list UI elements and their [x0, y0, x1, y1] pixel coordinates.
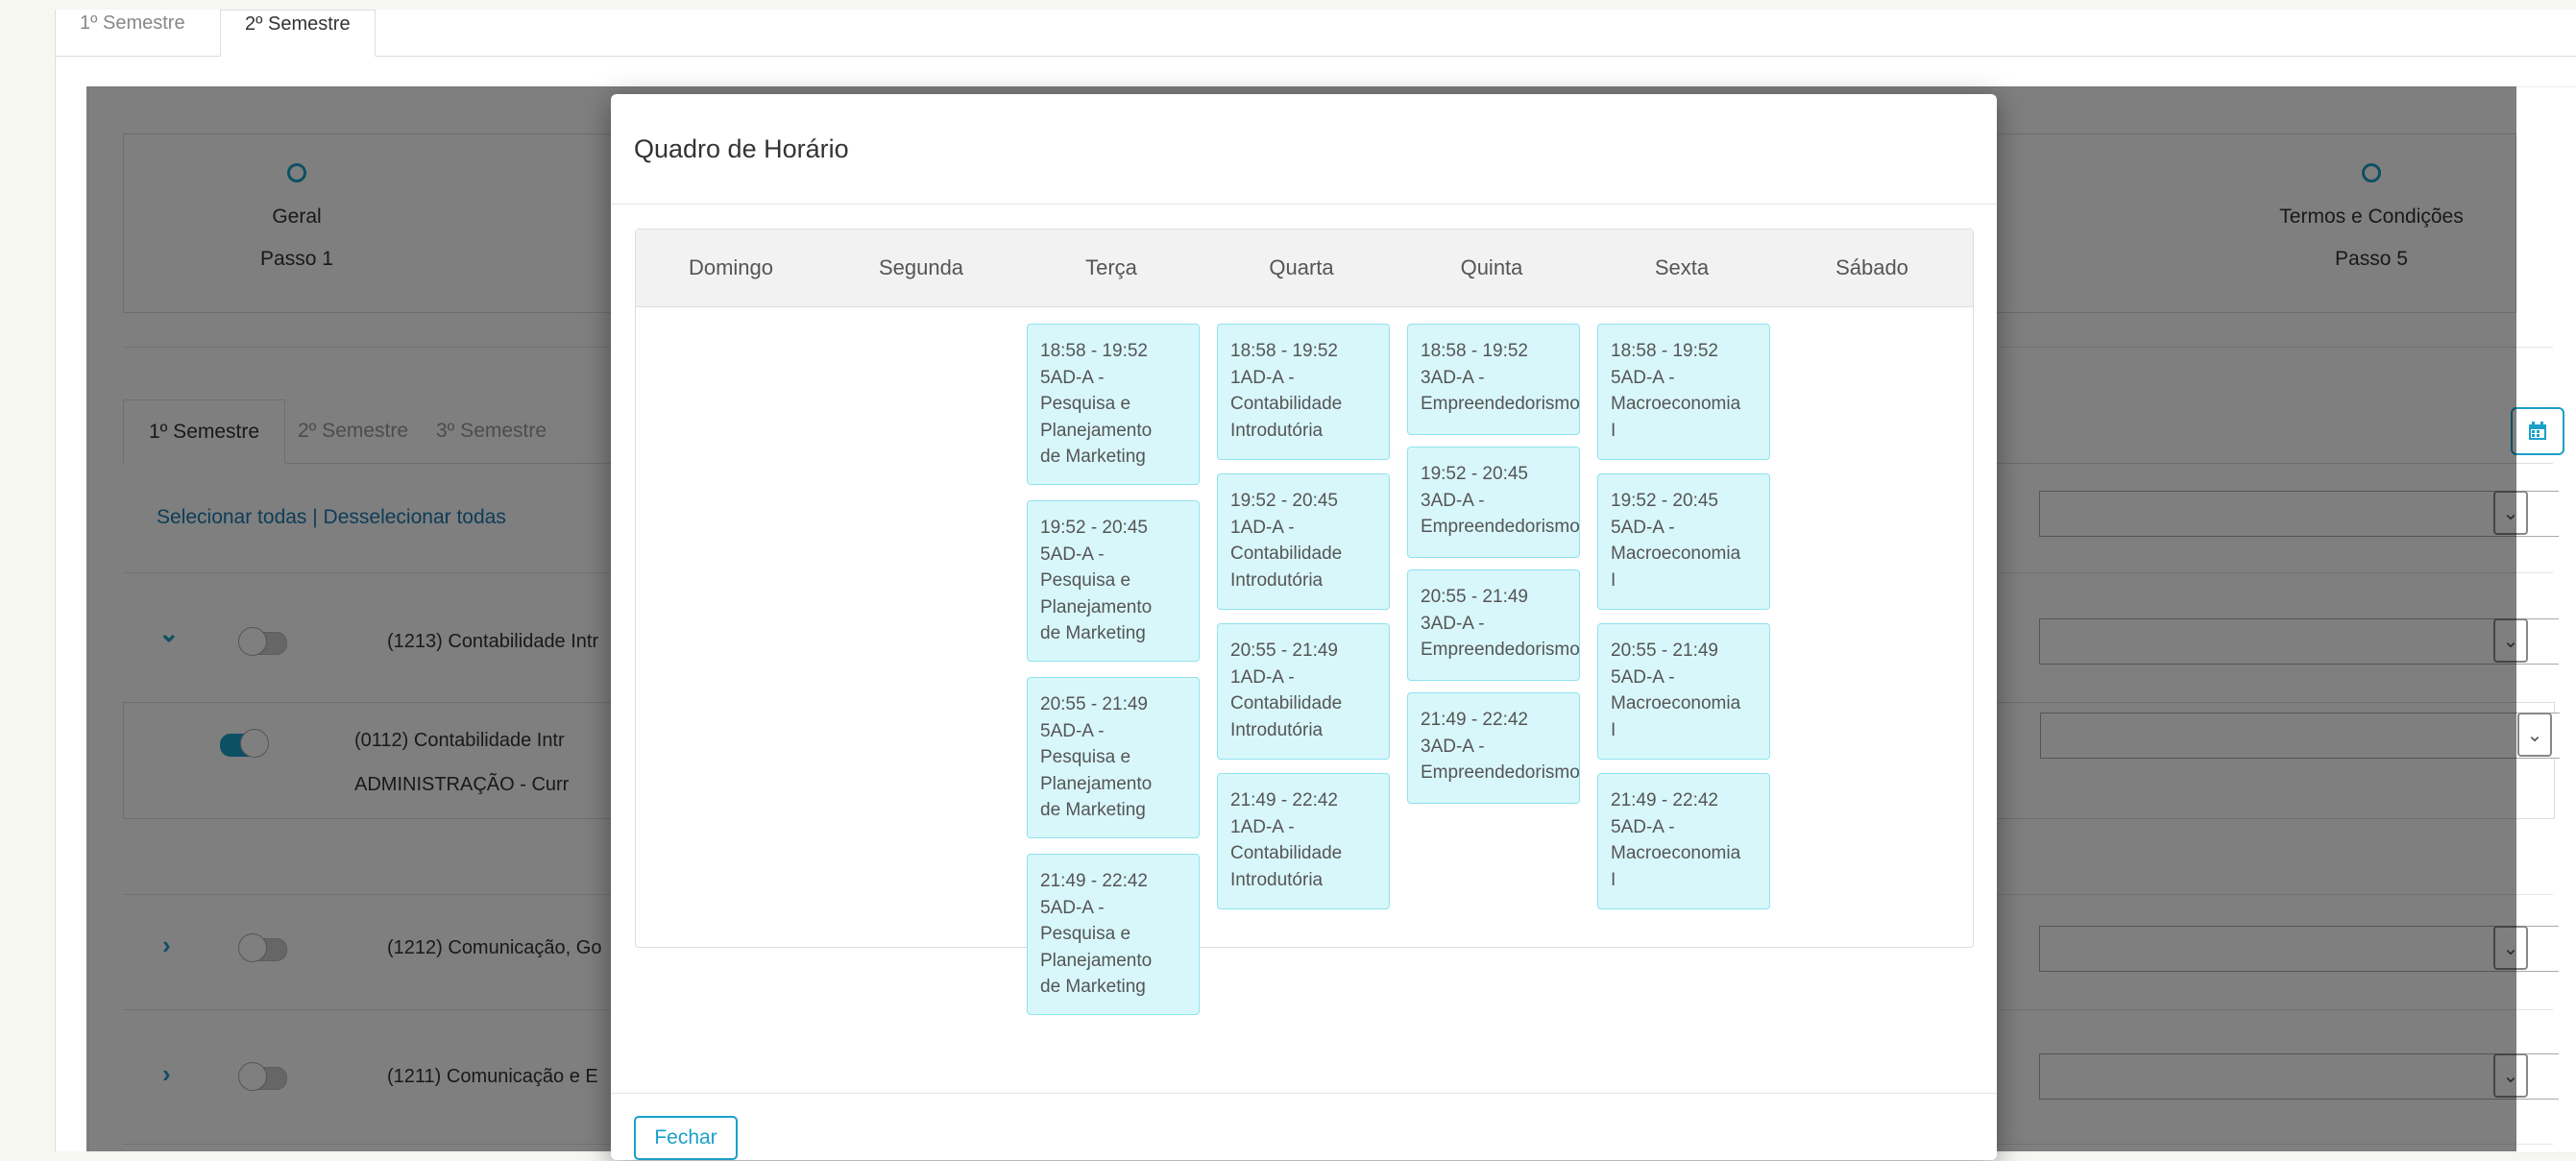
schedule-slot[interactable]: 21:49 - 22:42 1AD-A - Contabilidade Intr… [1217, 773, 1390, 909]
outer-tab-semester-2[interactable]: 2º Semestre [220, 10, 376, 57]
schedule-slot[interactable]: 19:52 - 20:45 1AD-A - Contabilidade Intr… [1217, 473, 1390, 610]
schedule-slot[interactable]: 21:49 - 22:42 5AD-A - Macroeconomia I [1597, 773, 1770, 909]
schedule-slot[interactable]: 18:58 - 19:52 5AD-A - Pesquisa e Planeja… [1027, 324, 1200, 485]
modal-title: Quadro de Horário [634, 134, 849, 163]
schedule-slot[interactable]: 20:55 - 21:49 5AD-A - Macroeconomia I [1597, 623, 1770, 760]
day-header-segunda: Segunda [878, 255, 964, 279]
outer-tab-semester-1[interactable]: 1º Semestre [56, 10, 209, 56]
schedule-slot[interactable]: 19:52 - 20:45 3AD-A - Empreendedorismo [1407, 447, 1580, 558]
schedule-slot[interactable]: 18:58 - 19:52 3AD-A - Empreendedorismo [1407, 324, 1580, 435]
schedule-grid: Domingo Segunda Terça Quarta Quinta Sext… [635, 229, 1974, 1015]
modal-footer-divider [611, 1093, 1997, 1094]
day-header-sexta: Sexta [1654, 255, 1710, 279]
close-button[interactable]: Fechar [634, 1116, 738, 1160]
day-header-quarta: Quarta [1269, 255, 1334, 279]
day-header-quinta: Quinta [1460, 255, 1523, 279]
schedule-slot[interactable]: 20:55 - 21:49 1AD-A - Contabilidade Intr… [1217, 623, 1390, 760]
day-header-sabado: Sábado [1835, 255, 1908, 279]
day-header-domingo: Domingo [688, 255, 774, 279]
schedule-slot[interactable]: 21:49 - 22:42 5AD-A - Pesquisa e Planeja… [1027, 854, 1200, 1015]
day-header-terca: Terça [1085, 255, 1137, 279]
schedule-grid-header: Domingo Segunda Terça Quarta Quinta Sext… [636, 230, 1973, 307]
chevron-down-icon[interactable]: ⌄ [2517, 713, 2552, 757]
schedule-slot[interactable]: 20:55 - 21:49 5AD-A - Pesquisa e Planeja… [1027, 677, 1200, 838]
schedule-modal: Quadro de Horário Domingo Segunda Terça … [611, 94, 1997, 1160]
calendar-icon [2529, 422, 2546, 440]
calendar-button[interactable] [2511, 407, 2564, 455]
schedule-slot[interactable]: 18:58 - 19:52 5AD-A - Macroeconomia I [1597, 324, 1770, 460]
schedule-slot[interactable]: 20:55 - 21:49 3AD-A - Empreendedorismo [1407, 569, 1580, 681]
schedule-slot[interactable]: 18:58 - 19:52 1AD-A - Contabilidade Intr… [1217, 324, 1390, 460]
modal-header-divider [611, 204, 1997, 205]
schedule-slot[interactable]: 21:49 - 22:42 3AD-A - Empreendedorismo [1407, 692, 1580, 804]
schedule-slot[interactable]: 19:52 - 20:45 5AD-A - Pesquisa e Planeja… [1027, 500, 1200, 662]
schedule-slot[interactable]: 19:52 - 20:45 5AD-A - Macroeconomia I [1597, 473, 1770, 610]
outer-tab-bar: 1º Semestre 2º Semestre [56, 10, 2576, 57]
